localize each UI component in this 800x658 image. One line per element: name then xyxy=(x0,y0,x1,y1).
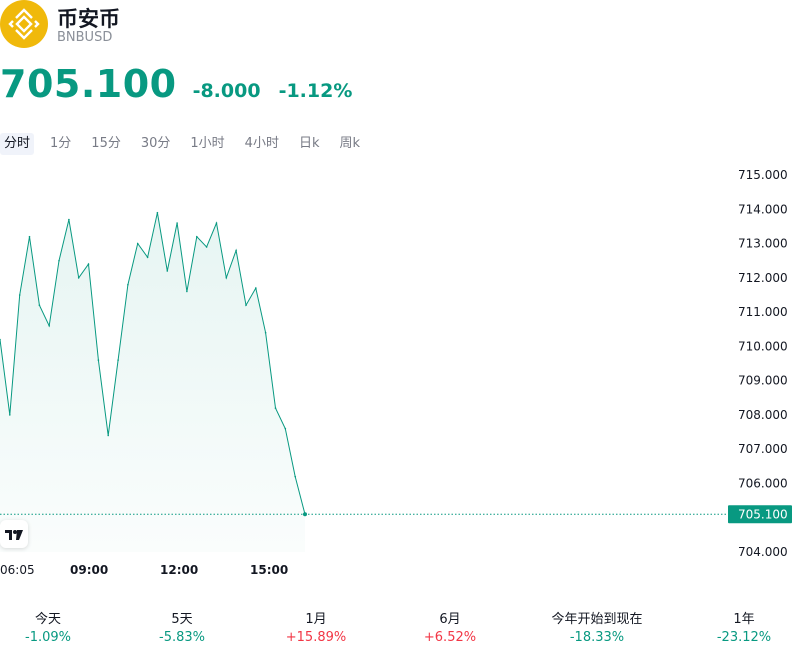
price-point xyxy=(255,287,257,289)
tab-weekly[interactable]: 周k xyxy=(335,133,364,155)
period-6m[interactable]: 6月 +6.52% xyxy=(424,611,476,647)
period-label: 1月 xyxy=(305,612,327,627)
tab-4hour[interactable]: 4小时 xyxy=(241,133,283,155)
price-point xyxy=(274,407,277,409)
price-point xyxy=(38,304,41,306)
price-point xyxy=(235,249,237,252)
asset-title: 币安币 xyxy=(57,7,120,31)
price-point xyxy=(18,294,21,296)
y-tick-label: 704.000 xyxy=(738,545,788,559)
price-point xyxy=(127,283,129,286)
price-point xyxy=(196,235,198,238)
price-point xyxy=(264,331,267,334)
price-point xyxy=(48,325,50,327)
price-chart[interactable]: 715.000 714.000 713.000 712.000 711.000 710.0… xyxy=(0,160,800,590)
period-1y[interactable]: 1年 -23.12% xyxy=(717,611,771,647)
asset-symbol: BNBUSD xyxy=(57,30,113,45)
period-ytd[interactable]: 今年开始到现在 -18.33% xyxy=(551,611,642,647)
period-label: 今天 xyxy=(34,612,61,627)
tab-1min[interactable]: 1分 xyxy=(46,133,75,155)
tab-1hour[interactable]: 1小时 xyxy=(186,133,228,155)
price-point xyxy=(205,246,208,248)
x-tick-label: 15:00 xyxy=(250,563,288,577)
tab-intraday[interactable]: 分时 xyxy=(0,133,35,155)
period-value: -1.09% xyxy=(25,630,71,645)
tab-daily[interactable]: 日k xyxy=(295,133,324,155)
price-point xyxy=(0,338,1,341)
price-area-fill xyxy=(0,212,305,552)
period-value: +15.89% xyxy=(285,630,347,645)
price-change: -8.000 xyxy=(192,80,261,102)
price-point xyxy=(97,359,100,361)
period-value: +6.52% xyxy=(423,630,477,645)
y-tick-label: 714.000 xyxy=(738,202,788,216)
y-tick-label: 709.000 xyxy=(738,374,788,388)
y-tick-label: 710.000 xyxy=(738,339,788,353)
period-value: -5.83% xyxy=(159,630,205,645)
y-tick-label: 707.000 xyxy=(738,442,788,456)
price-point xyxy=(136,242,139,245)
x-tick-label: 12:00 xyxy=(160,563,198,577)
price-point xyxy=(245,304,247,306)
price-point xyxy=(294,475,297,478)
bnb-logo-icon xyxy=(0,0,48,48)
y-tick-label: 715.000 xyxy=(738,168,788,182)
performance-periods: 今天 -1.09% 5天 -5.83% 1月 +15.89% 6月 +6.52%… xyxy=(0,611,800,651)
x-tick-label: 06:05 xyxy=(0,563,35,577)
y-tick-label: 708.000 xyxy=(738,408,788,422)
period-value: -23.12% xyxy=(716,630,772,645)
period-label: 1年 xyxy=(733,612,755,627)
price-point xyxy=(225,277,228,279)
period-5d[interactable]: 5天 -5.83% xyxy=(159,611,205,647)
tradingview-logo-icon[interactable] xyxy=(0,520,28,548)
period-label: 6月 xyxy=(439,612,461,627)
price-point xyxy=(284,427,287,430)
tab-15min[interactable]: 15分 xyxy=(87,133,125,155)
timeframe-tabs: 分时 1分 15分 30分 1小时 4小时 日k 周k xyxy=(0,133,376,155)
price-point xyxy=(58,259,60,262)
price-point xyxy=(176,222,178,224)
last-price-dot xyxy=(303,512,307,517)
price-point xyxy=(146,256,149,259)
price-point xyxy=(9,414,11,416)
y-tick-label: 713.000 xyxy=(738,237,788,251)
price-point xyxy=(87,263,90,265)
y-tick-label: 712.000 xyxy=(738,271,788,285)
price-row: 705.100 -8.000 -1.12% xyxy=(0,62,352,106)
y-tick-label: 706.000 xyxy=(738,476,788,490)
y-tick-label: 711.000 xyxy=(738,305,788,319)
tab-30min[interactable]: 30分 xyxy=(137,133,175,155)
last-price-label: 705.100 xyxy=(738,507,788,521)
period-label: 5天 xyxy=(171,612,193,627)
current-price: 705.100 xyxy=(0,62,177,106)
price-point xyxy=(215,222,218,224)
price-point xyxy=(166,270,169,272)
price-point xyxy=(68,218,70,221)
price-point xyxy=(156,211,159,214)
price-point xyxy=(186,290,188,293)
price-point xyxy=(77,277,80,279)
x-tick-label: 09:00 xyxy=(70,563,108,577)
period-value: -18.33% xyxy=(569,630,625,645)
price-change-percent: -1.12% xyxy=(278,80,353,102)
period-today[interactable]: 今天 -1.09% xyxy=(25,611,71,647)
price-point xyxy=(28,235,31,238)
price-point xyxy=(117,359,119,361)
price-point xyxy=(107,434,109,437)
period-1m[interactable]: 1月 +15.89% xyxy=(286,611,346,647)
period-label: 今年开始到现在 xyxy=(551,612,643,627)
